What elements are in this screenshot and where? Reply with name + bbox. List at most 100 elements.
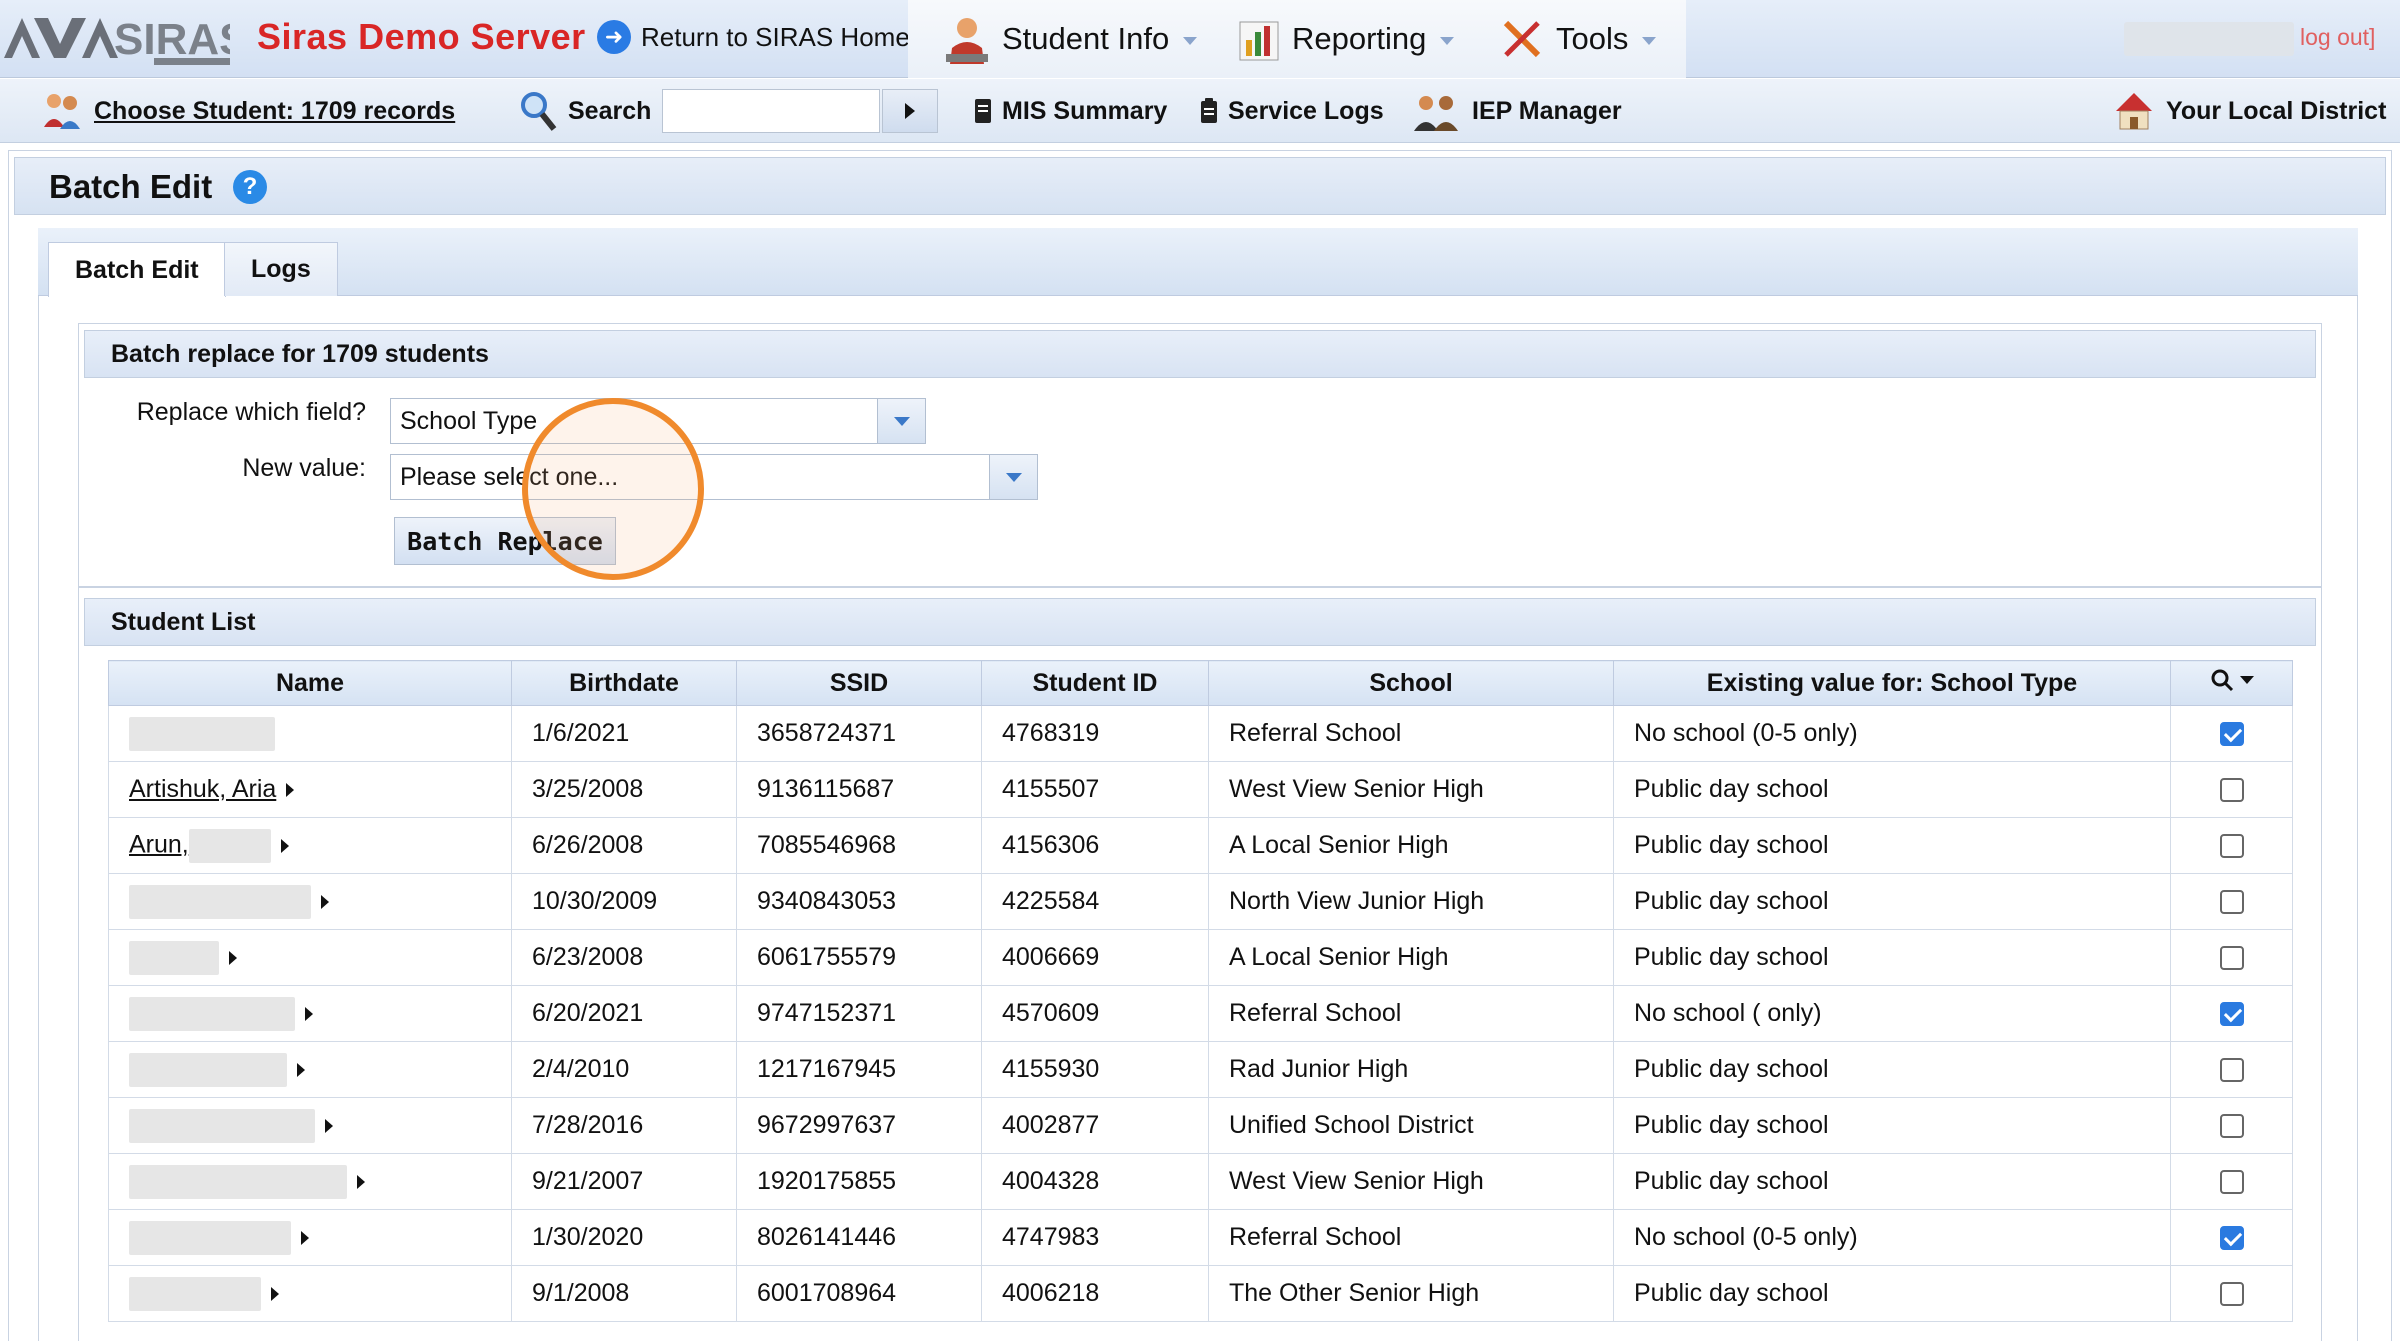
row-checkbox[interactable]	[2219, 1114, 2244, 1139]
col-ssid[interactable]: SSID	[736, 660, 982, 706]
clipboard-icon	[1201, 98, 1217, 123]
name-redacted	[129, 1052, 287, 1087]
cell-name	[108, 929, 512, 986]
return-home-link[interactable]: ➜ Return to SIRAS Home	[597, 20, 910, 54]
iep-manager-link[interactable]: IEP Manager	[1412, 79, 1622, 143]
expand-arrow-icon[interactable]	[280, 838, 289, 853]
search-label: Search	[568, 96, 652, 125]
expand-arrow-icon[interactable]	[271, 1286, 279, 1301]
table-row[interactable]: 6/20/2021 9747152371 4570609 Referral Schoo…	[108, 985, 2293, 1042]
cell-student-id: 4570609	[981, 985, 1209, 1042]
section-divider	[78, 586, 2322, 588]
cell-school: West View Senior High	[1208, 1153, 1614, 1210]
replace-field-value: School Type	[400, 406, 538, 435]
cell-ssid: 9672997637	[736, 1097, 982, 1154]
dropdown-button[interactable]	[989, 455, 1037, 499]
expand-arrow-icon[interactable]	[357, 1174, 365, 1189]
choose-student-link[interactable]: Choose Student: 1709 records	[40, 79, 455, 143]
cell-ssid: 1217167945	[736, 1041, 982, 1098]
col-student-id[interactable]: Student ID	[981, 660, 1209, 706]
cell-student-id: 4002877	[981, 1097, 1209, 1154]
search-input[interactable]	[662, 89, 880, 133]
service-logs-label: Service Logs	[1228, 96, 1384, 125]
row-checkbox[interactable]	[2219, 1170, 2244, 1195]
col-school[interactable]: School	[1208, 660, 1614, 706]
service-logs-link[interactable]: Service Logs	[1200, 79, 1384, 143]
new-value-select[interactable]: Please select one...	[390, 454, 1038, 500]
filter-menu[interactable]	[2210, 668, 2254, 692]
mis-summary-link[interactable]: MIS Summary	[974, 79, 1167, 143]
menu-reporting-label: Reporting	[1292, 21, 1427, 56]
replace-field-select[interactable]: School Type	[390, 398, 926, 444]
document-icon	[975, 99, 991, 123]
col-filter[interactable]	[2170, 660, 2293, 706]
tab-batch-edit[interactable]: Batch Edit	[48, 242, 226, 297]
cell-ssid: 3658724371	[736, 705, 982, 762]
row-checkbox[interactable]	[2219, 890, 2244, 915]
cell-name	[108, 1209, 512, 1266]
cell-school: West View Senior High	[1208, 761, 1614, 818]
mis-summary-label: MIS Summary	[1002, 96, 1168, 125]
cell-student-id: 4225584	[981, 873, 1209, 930]
table-row[interactable]: 9/1/2008 6001708964 4006218 The Other Senio…	[108, 1265, 2293, 1322]
expand-arrow-icon[interactable]	[229, 950, 237, 965]
search-go-button[interactable]	[882, 89, 938, 133]
cell-name	[108, 873, 512, 930]
expand-arrow-icon[interactable]	[297, 1062, 305, 1077]
row-checkbox[interactable]	[2219, 778, 2244, 803]
cell-ssid: 9340843053	[736, 873, 982, 930]
name-redacted	[129, 1220, 291, 1255]
row-checkbox[interactable]	[2219, 722, 2244, 747]
table-row[interactable]: 7/28/2016 9672997637 4002877 Unified School…	[108, 1097, 2293, 1154]
tools-icon	[1503, 20, 1541, 58]
table-row[interactable]: Artishuk, Aria 3/25/2008 9136115687 4155507…	[108, 761, 2293, 818]
cell-student-id: 4156306	[981, 817, 1209, 874]
row-checkbox[interactable]	[2219, 1058, 2244, 1083]
table-row[interactable]: 6/23/2008 6061755579 4006669 A Local Senior…	[108, 929, 2293, 986]
table-row[interactable]: 9/21/2007 1920175855 4004328 West View Seni…	[108, 1153, 2293, 1210]
expand-arrow-icon[interactable]	[286, 783, 295, 798]
menu-reporting[interactable]: Reporting	[1238, 0, 1455, 78]
row-checkbox[interactable]	[2219, 1226, 2244, 1251]
logout-link[interactable]: log out]	[2300, 24, 2375, 51]
student-table: Name Birthdate SSID Student ID School Ex…	[108, 660, 2293, 1322]
col-birthdate[interactable]: Birthdate	[511, 660, 737, 706]
table-row[interactable]: 1/30/2020 8026141446 4747983 Referral Schoo…	[108, 1209, 2293, 1266]
dropdown-button[interactable]	[877, 399, 925, 443]
cell-select	[2170, 985, 2293, 1042]
new-value-placeholder: Please select one...	[400, 462, 619, 491]
row-checkbox[interactable]	[2219, 946, 2244, 971]
menu-tools[interactable]: Tools	[1500, 0, 1657, 78]
row-checkbox[interactable]	[2219, 1282, 2244, 1307]
tab-logs[interactable]: Logs	[224, 242, 338, 296]
expand-arrow-icon[interactable]	[325, 1118, 333, 1133]
col-name[interactable]: Name	[108, 660, 512, 706]
student-name-link[interactable]: Arun,	[129, 830, 189, 858]
expand-arrow-icon[interactable]	[321, 894, 329, 909]
table-row[interactable]: Arun, 6/26/2008 7085546968 4156306 A Local S…	[108, 817, 2293, 874]
district-link[interactable]: Your Local District	[2112, 79, 2386, 143]
cell-existing-value: No school (0-5 only)	[1613, 1209, 2171, 1266]
row-checkbox[interactable]	[2219, 834, 2244, 859]
batch-replace-button[interactable]: Batch Replace	[394, 517, 616, 565]
menu-student-info[interactable]: Student Info	[944, 0, 1198, 78]
col-existing-value[interactable]: Existing value for: School Type	[1613, 660, 2171, 706]
expand-arrow-icon[interactable]	[305, 1006, 313, 1021]
cell-select	[2170, 1153, 2293, 1210]
table-row[interactable]: 10/30/2009 9340843053 4225584 North View Ju…	[108, 873, 2293, 930]
school-house-icon	[2116, 93, 2152, 130]
cell-school: Referral School	[1208, 1209, 1614, 1266]
row-checkbox[interactable]	[2219, 1002, 2244, 1027]
expand-arrow-icon[interactable]	[301, 1230, 309, 1245]
help-icon[interactable]: ?	[233, 170, 267, 204]
student-list-header: Student List	[84, 598, 2316, 646]
cell-existing-value: Public day school	[1613, 1153, 2171, 1210]
table-row[interactable]: 1/6/2021 3658724371 4768319 Referral School…	[108, 705, 2293, 762]
student-name-link[interactable]: Artishuk, Aria	[129, 775, 276, 803]
cell-ssid: 6001708964	[736, 1265, 982, 1322]
cell-select	[2170, 929, 2293, 986]
table-row[interactable]: 2/4/2010 1217167945 4155930 Rad Junior High…	[108, 1041, 2293, 1098]
cell-student-id: 4004328	[981, 1153, 1209, 1210]
students-group-icon	[44, 94, 80, 129]
cell-ssid: 9747152371	[736, 985, 982, 1042]
